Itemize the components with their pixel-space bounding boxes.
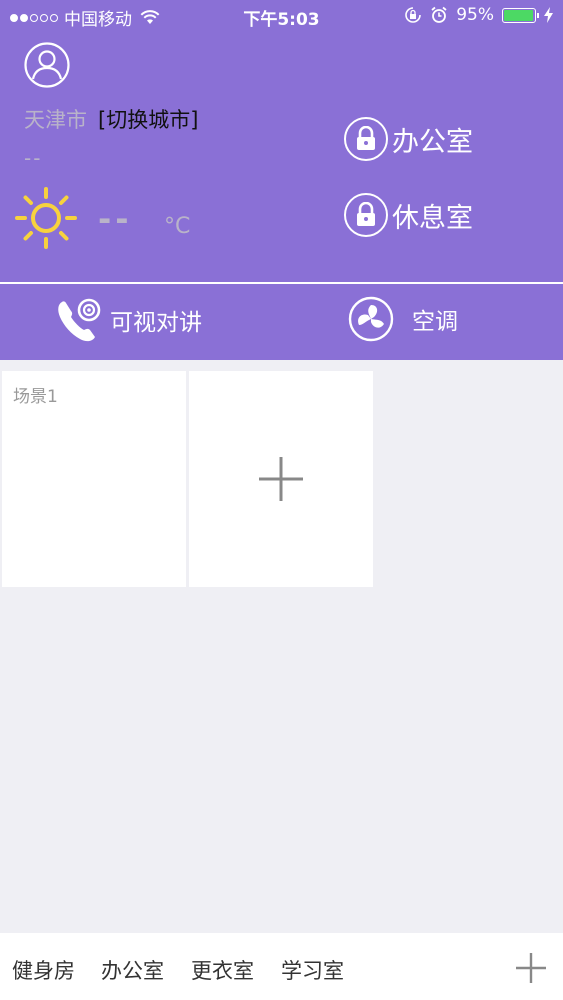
temperature-value: --	[98, 200, 133, 238]
lock-office-button[interactable]: 办公室	[344, 117, 473, 161]
lock-icon	[344, 193, 388, 237]
lock-icon	[344, 117, 388, 161]
lock-office-label: 办公室	[392, 126, 473, 158]
video-intercom-button[interactable]: 可视对讲	[56, 296, 202, 344]
plus-icon	[259, 457, 303, 501]
temperature-unit: °C	[164, 214, 191, 239]
battery-icon	[502, 7, 539, 23]
video-intercom-label: 可视对讲	[110, 310, 202, 336]
air-conditioner-label: 空调	[412, 309, 458, 335]
rotation-lock-icon	[405, 7, 422, 23]
intercom-phone-icon	[58, 298, 101, 342]
scene-label: 场景1	[13, 387, 58, 407]
charging-icon	[544, 7, 553, 23]
alarm-icon	[431, 6, 447, 23]
lock-rest-room-label: 休息室	[392, 202, 473, 234]
status-right: 95%	[404, 5, 553, 25]
header-divider	[0, 282, 563, 284]
sun-icon	[15, 187, 77, 249]
air-conditioner-button[interactable]: 空调	[348, 296, 458, 342]
user-avatar-icon[interactable]	[24, 42, 70, 88]
room-tab-locker-room[interactable]: 更衣室	[191, 955, 254, 985]
header-panel: 中国移动 下午5:03 95% 天津市 [切换城市] -- -- °C 办公室 …	[0, 0, 563, 360]
lock-rest-room-button[interactable]: 休息室	[344, 193, 473, 237]
battery-level-fill	[504, 9, 533, 21]
status-bar: 中国移动 下午5:03 95%	[0, 0, 563, 32]
room-tab-study-room[interactable]: 学习室	[281, 955, 344, 985]
room-tab-bar: 健身房 办公室 更衣室 学习室	[0, 933, 563, 1000]
add-scene-button[interactable]	[189, 371, 373, 587]
battery-percent: 95%	[456, 5, 494, 25]
room-tab-gym[interactable]: 健身房	[12, 955, 75, 985]
weather-description: --	[24, 146, 43, 170]
scene-card[interactable]: 场景1	[2, 371, 186, 587]
room-tab-office[interactable]: 办公室	[101, 955, 164, 985]
city-name: 天津市	[24, 108, 87, 132]
air-conditioner-icon	[348, 296, 394, 342]
add-room-icon[interactable]	[515, 952, 547, 984]
switch-city-link[interactable]: [切换城市]	[98, 104, 198, 134]
